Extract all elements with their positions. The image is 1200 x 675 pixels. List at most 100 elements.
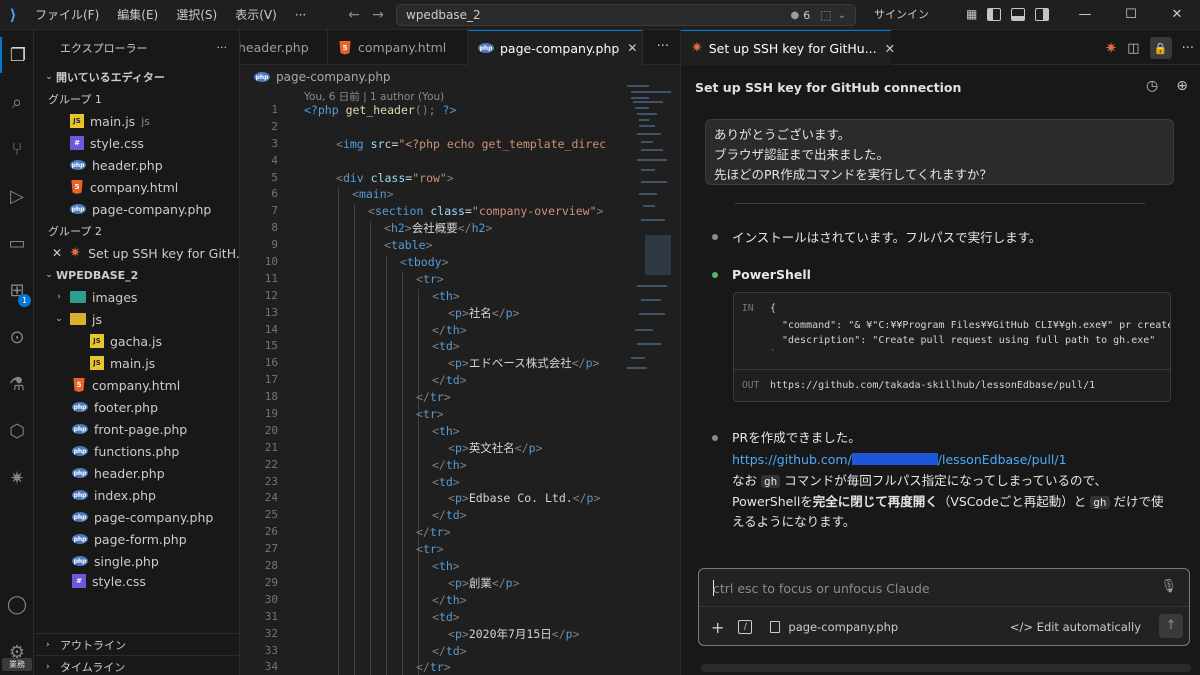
menu-edit[interactable]: 編集(E) (108, 0, 167, 30)
outline-section[interactable]: › アウトライン (34, 633, 239, 655)
tree-item[interactable]: php header.php (34, 462, 239, 484)
tree-item-folder[interactable]: ⌄ js (34, 308, 239, 330)
customize-layout-icon[interactable]: ▦ (966, 8, 977, 21)
open-editor-item[interactable]: # style.css (34, 132, 239, 154)
timeline-section[interactable]: › タイムライン (34, 655, 239, 675)
open-editor-item[interactable]: php page-company.php (34, 198, 239, 220)
menu-selection[interactable]: 選択(S) (167, 0, 226, 30)
minimize-icon[interactable]: — (1062, 0, 1108, 30)
conversation-actions: ◷ ⊕ (1146, 78, 1188, 94)
command-center[interactable]: wpedbase_2 ● 6 ⬚ ⌄ (396, 4, 856, 26)
line-number: 5 (271, 170, 278, 184)
back-arrow-icon[interactable]: ← (342, 7, 366, 23)
testing-icon[interactable]: ⚗ (0, 366, 34, 402)
microphone-icon[interactable]: 🎙 (1160, 579, 1177, 594)
remote-explorer-icon[interactable]: ▭ (0, 225, 34, 261)
line-number: 13 (264, 305, 278, 319)
tree-item[interactable]: JS main.js (34, 352, 239, 374)
open-editors-section[interactable]: ⌄ 開いているエディター (34, 66, 239, 88)
pr-link-prefix[interactable]: https://github.com/ (732, 452, 852, 467)
pr-link[interactable]: https://github.com/ /lessonEdbase/pull/1 (732, 449, 1067, 470)
assistant-note: PowerShellを完全に閉じて再度開く（VSCodeごと再起動）と gh だ… (732, 491, 1164, 513)
open-editor-item-claude[interactable]: ✕ ✷ Set up SSH key for GitH... (34, 242, 239, 264)
breadcrumb[interactable]: php page-company.php (254, 68, 391, 86)
pr-link-suffix[interactable]: /lessonEdbase/pull/1 (938, 452, 1067, 467)
toggle-secondary-sidebar-icon[interactable] (1035, 8, 1050, 21)
chat-icon[interactable]: ⬚ (820, 8, 831, 22)
search-icon[interactable]: ⌕ (0, 84, 34, 120)
tab-header-php[interactable]: header.php (240, 30, 328, 65)
tree-item[interactable]: php footer.php (34, 396, 239, 418)
assistant-note: えるようになります。 (732, 514, 856, 529)
new-chat-icon[interactable]: ⊕ (1176, 78, 1188, 94)
tree-item-folder[interactable]: › images (34, 286, 239, 308)
code-token: 会社概要 (411, 221, 458, 236)
toggle-panel-icon[interactable] (1011, 8, 1026, 21)
chat-input-placeholder[interactable]: ctrl esc to focus or unfocus Claude (713, 581, 930, 596)
tabs-more-icon[interactable]: ··· (657, 39, 669, 54)
panel-more-icon[interactable]: ··· (1182, 41, 1194, 56)
open-editor-item[interactable]: 5 company.html (34, 176, 239, 198)
maximize-icon[interactable]: ☐ (1108, 0, 1154, 30)
slash-command-icon[interactable]: / (738, 620, 753, 634)
input-toolbar: + / page-company.php </> Edit automatica… (699, 614, 1189, 640)
code-line: 13 <p>社名</p> (240, 305, 680, 322)
git-graph-icon[interactable]: ⊙ (0, 319, 34, 355)
tab-page-company-php[interactable]: php page-company.php ✕ (468, 30, 643, 65)
html-file-icon: 5 (71, 180, 83, 194)
claude-file-icon: ✷ (69, 245, 81, 261)
extensions-icon[interactable]: ⊞ 1 (0, 272, 34, 308)
claude-chat-tab[interactable]: ✷ Set up SSH key for GitHu... ✕ (681, 30, 895, 65)
attached-file-chip[interactable]: page-company.php (770, 620, 898, 634)
extensions-badge: 1 (18, 294, 31, 307)
chat-input-box[interactable]: ctrl esc to focus or unfocus Claude 🎙 + … (698, 568, 1190, 646)
menu-more[interactable]: ··· (286, 0, 315, 30)
menu-view[interactable]: 表示(V) (226, 0, 286, 30)
tree-item[interactable]: 5 company.html (34, 374, 239, 396)
claude-icon[interactable]: ✷ (0, 460, 34, 496)
tree-item[interactable]: # style.css (34, 570, 239, 592)
edit-mode-toggle[interactable]: </> Edit automatically (1010, 620, 1141, 634)
explorer-icon[interactable]: ❐ (0, 37, 34, 73)
lock-icon[interactable]: 🔒 (1149, 37, 1172, 59)
tree-item[interactable]: php page-form.php (34, 528, 239, 550)
tree-item[interactable]: php front-page.php (34, 418, 239, 440)
menu-file[interactable]: ファイル(F) (26, 0, 108, 30)
open-editor-item[interactable]: php header.php (34, 154, 239, 176)
tool-io-block[interactable]: IN { "command": "& ¥"C:¥¥Program Files¥¥… (733, 292, 1171, 402)
close-window-icon[interactable]: ✕ (1154, 0, 1200, 30)
code-line: 21 <p>英文社名</p> (240, 440, 680, 457)
send-button[interactable]: ↑ (1159, 614, 1183, 638)
tree-item[interactable]: php functions.php (34, 440, 239, 462)
project-section[interactable]: ⌄ WPEDBASE_2 (34, 264, 239, 286)
claude-new-icon[interactable]: ✷ (1105, 39, 1118, 57)
close-tab-icon[interactable]: ✕ (885, 41, 895, 56)
account-icon[interactable]: ◯ (0, 586, 34, 622)
history-icon[interactable]: ◷ (1146, 78, 1158, 94)
code-line: 16 <p>エドベース株式会社</p> (240, 355, 680, 372)
explorer-more-icon[interactable]: ··· (217, 41, 228, 54)
tree-item[interactable]: JS gacha.js (34, 330, 239, 352)
redacted-block (851, 453, 938, 465)
add-attachment-icon[interactable]: + (711, 618, 724, 637)
close-editor-icon[interactable]: ✕ (52, 246, 62, 260)
file-name: page-company.php (92, 201, 212, 217)
source-control-icon[interactable]: ⑂ (0, 131, 34, 167)
minimap[interactable] (623, 85, 675, 375)
split-editor-icon[interactable]: ◫ (1127, 41, 1139, 56)
containers-icon[interactable]: ⬡ (0, 413, 34, 449)
horizontal-scrollbar[interactable] (701, 664, 1191, 672)
open-editors-label: 開いているエディター (56, 71, 165, 84)
close-tab-icon[interactable]: ✕ (627, 41, 637, 55)
tab-company-html[interactable]: 5 company.html (328, 30, 468, 65)
open-editor-item[interactable]: JS main.js js (34, 110, 239, 132)
tree-item[interactable]: php page-company.php (34, 506, 239, 528)
tree-item[interactable]: php single.php (34, 550, 239, 572)
tree-item[interactable]: php index.php (34, 484, 239, 506)
chevron-down-icon[interactable]: ⌄ (838, 10, 846, 21)
signin-button[interactable]: サインイン (874, 0, 929, 30)
forward-arrow-icon[interactable]: → (366, 7, 390, 23)
code-view[interactable]: 1 <?php get_header(); ?> 2 3 <img src="<?p… (240, 102, 680, 675)
toggle-sidebar-icon[interactable] (987, 8, 1002, 21)
run-debug-icon[interactable]: ▷ (0, 178, 34, 214)
